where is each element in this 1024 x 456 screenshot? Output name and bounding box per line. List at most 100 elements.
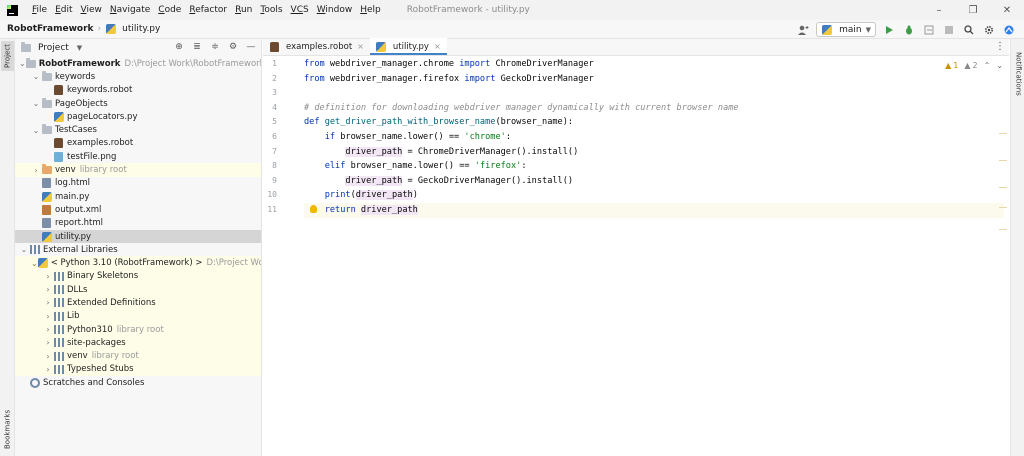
menu-item-window[interactable]: Window xyxy=(313,0,357,20)
breadcrumb-file[interactable]: utility.py xyxy=(105,24,160,34)
tree-item[interactable]: keywords.robot xyxy=(15,84,261,97)
debug-icon[interactable] xyxy=(902,23,916,37)
tree-item[interactable]: ⌄ RobotFramework D:\Project Work\RobotFram… xyxy=(15,57,261,70)
tree-item[interactable]: › DLLs xyxy=(15,283,261,297)
tree-item[interactable]: Scratches and Consoles xyxy=(15,376,261,389)
chevron-down-icon[interactable]: ⌄ xyxy=(19,59,26,68)
restore-button[interactable]: ❐ xyxy=(956,0,990,20)
previous-highlight-icon[interactable]: ⌃ xyxy=(984,61,991,70)
code-line[interactable]: return driver_path xyxy=(304,202,1004,218)
search-icon[interactable] xyxy=(962,23,976,37)
editor-tab[interactable]: utility.py × xyxy=(369,38,447,55)
tree-item[interactable]: utility.py xyxy=(15,229,261,244)
tree-item[interactable]: pageLocators.py xyxy=(15,110,261,123)
tree-item[interactable]: ⌄ External Libraries xyxy=(15,243,261,256)
inspection-widget[interactable]: ▲ 1 ▲ 2 ⌃ ⌄ xyxy=(945,61,1003,70)
code-line[interactable]: # definition for downloading webdriver m… xyxy=(304,101,1004,116)
menu-item-file[interactable]: File xyxy=(28,0,51,20)
expand-all-icon[interactable]: ≣ xyxy=(191,41,203,53)
tree-item[interactable]: › Binary Skeletons xyxy=(15,269,261,284)
tree-item[interactable]: output.xml xyxy=(15,203,261,216)
menu-item-navigate[interactable]: Navigate xyxy=(106,0,154,20)
chevron-down-icon[interactable]: ⌄ xyxy=(31,259,38,268)
minimize-button[interactable]: – xyxy=(922,0,956,20)
tree-item[interactable]: report.html xyxy=(15,217,261,230)
jetbrains-logo-icon[interactable] xyxy=(1002,23,1016,37)
editor-scrollbar[interactable] xyxy=(999,57,1009,456)
tree-item[interactable]: › venv library root xyxy=(15,349,261,363)
code-line[interactable]: def get_driver_path_with_browser_name(br… xyxy=(304,115,1004,130)
settings-gear-icon[interactable] xyxy=(982,23,996,37)
chevron-down-icon[interactable]: ⌄ xyxy=(31,99,41,108)
close-icon[interactable]: × xyxy=(357,42,364,51)
chevron-right-icon[interactable]: › xyxy=(43,272,53,281)
gear-icon[interactable]: ⚙ xyxy=(227,41,239,53)
weak-warning-count[interactable]: ▲ 2 xyxy=(964,61,977,70)
tree-item[interactable]: ⌄ keywords xyxy=(15,70,261,83)
menu-item-vcs[interactable]: VCS xyxy=(287,0,313,20)
code-line[interactable]: driver_path = ChromeDriverManager().inst… xyxy=(304,145,1004,160)
chevron-right-icon[interactable]: › xyxy=(43,312,53,321)
locate-file-icon[interactable]: ⊕ xyxy=(173,41,185,53)
breadcrumb-project[interactable]: RobotFramework xyxy=(7,24,94,34)
chevron-down-icon[interactable]: ⌄ xyxy=(19,245,29,254)
hide-panel-icon[interactable]: — xyxy=(245,41,257,53)
code-line[interactable]: if browser_name.lower() == 'chrome': xyxy=(304,130,1004,145)
tree-item[interactable]: ⌄ < Python 3.10 (RobotFramework) > D:\Proj… xyxy=(15,256,261,270)
code-line[interactable]: from webdriver_manager.chrome import Chr… xyxy=(304,57,1004,72)
chevron-right-icon[interactable]: › xyxy=(43,325,53,334)
code-line[interactable] xyxy=(304,86,1004,101)
menu-item-view[interactable]: View xyxy=(77,0,106,20)
chevron-down-icon[interactable]: ⌄ xyxy=(31,126,41,135)
code-editor[interactable]: 1 2 3 4 5 6 7 8 9 10 11 from webdriver_manager.chr… xyxy=(263,57,1009,456)
lightbulb-icon[interactable] xyxy=(310,205,317,213)
chevron-down-icon[interactable]: ⌄ xyxy=(31,72,41,81)
tree-item[interactable]: log.html xyxy=(15,177,261,190)
tree-item[interactable]: › Typeshed Stubs xyxy=(15,362,261,377)
stop-icon[interactable] xyxy=(942,23,956,37)
tree-item[interactable]: main.py xyxy=(15,190,261,203)
chevron-right-icon[interactable]: › xyxy=(31,166,41,175)
code-line[interactable]: driver_path = GeckoDriverManager().insta… xyxy=(304,174,1004,189)
menu-item-run[interactable]: Run xyxy=(231,0,256,20)
tree-item[interactable]: examples.robot xyxy=(15,137,261,150)
chevron-right-icon[interactable]: › xyxy=(43,352,53,361)
project-view-selector[interactable]: Project ▼ xyxy=(20,41,82,53)
image-file-icon xyxy=(53,151,64,162)
menu-item-help[interactable]: Help xyxy=(356,0,385,20)
project-tool-tab[interactable]: Project xyxy=(1,41,14,71)
tree-item[interactable]: › venv library root xyxy=(15,163,261,177)
code-line[interactable]: from webdriver_manager.firefox import Ge… xyxy=(304,72,1004,87)
coverage-icon[interactable] xyxy=(922,23,936,37)
tree-item[interactable]: testFile.png xyxy=(15,150,261,163)
code-line[interactable]: elif browser_name.lower() == 'firefox': xyxy=(304,159,1004,174)
code-area[interactable]: from webdriver_manager.chrome import Chr… xyxy=(304,57,1004,218)
code-line[interactable]: print(driver_path) xyxy=(304,188,1004,203)
chevron-right-icon[interactable]: › xyxy=(43,298,53,307)
notifications-tool-tab[interactable]: Notifications xyxy=(1012,49,1024,99)
more-options-icon[interactable]: ⋮ xyxy=(995,41,1005,52)
bookmarks-tool-tab[interactable]: Bookmarks xyxy=(1,409,14,449)
menu-item-refactor[interactable]: Refactor xyxy=(185,0,231,20)
tree-item[interactable]: › site-packages xyxy=(15,336,261,350)
chevron-right-icon[interactable]: › xyxy=(43,285,53,294)
run-configuration-selector[interactable]: main ▼ xyxy=(816,22,876,37)
collapse-all-icon[interactable]: ≑ xyxy=(209,41,221,53)
menu-item-edit[interactable]: Edit xyxy=(51,0,76,20)
tree-item[interactable]: ⌄ PageObjects xyxy=(15,97,261,110)
chevron-right-icon[interactable]: › xyxy=(43,338,53,347)
chevron-right-icon[interactable]: › xyxy=(43,365,53,374)
tree-item[interactable]: › Python310 library root xyxy=(15,322,261,337)
run-icon[interactable] xyxy=(882,23,896,37)
editor-tab[interactable]: examples.robot × xyxy=(263,38,370,55)
tree-item[interactable]: › Lib xyxy=(15,309,261,323)
menu-item-code[interactable]: Code xyxy=(154,0,185,20)
menu-item-tools[interactable]: Tools xyxy=(256,0,286,20)
code-token: browser_name.lower() == xyxy=(350,161,475,172)
tree-item[interactable]: › Extended Definitions xyxy=(15,296,261,310)
warning-count[interactable]: ▲ 1 xyxy=(945,61,958,70)
close-icon[interactable]: × xyxy=(434,42,441,51)
add-user-icon[interactable] xyxy=(796,23,810,37)
close-button[interactable]: ✕ xyxy=(990,0,1024,20)
tree-item[interactable]: ⌄ TestCases xyxy=(15,123,261,136)
